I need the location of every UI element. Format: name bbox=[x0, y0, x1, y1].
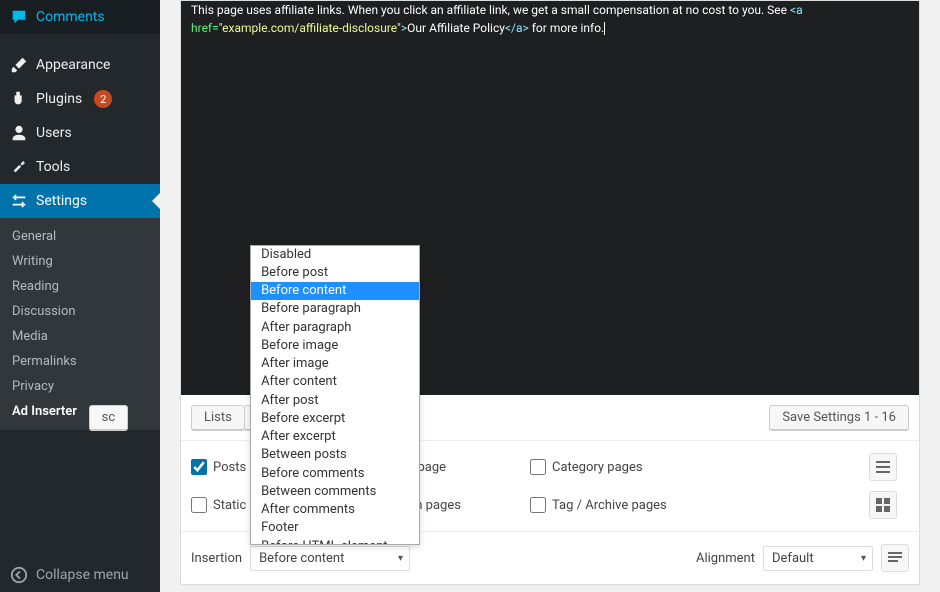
brush-icon bbox=[10, 56, 28, 74]
dropdown-item[interactable]: Before image bbox=[251, 337, 419, 355]
plug-icon bbox=[10, 90, 28, 108]
dropdown-item[interactable]: After paragraph bbox=[251, 319, 419, 337]
user-icon bbox=[10, 124, 28, 142]
menu-label: Tools bbox=[36, 159, 70, 175]
dropdown-item[interactable]: Before excerpt bbox=[251, 410, 419, 428]
dropdown-item[interactable]: After content bbox=[251, 373, 419, 391]
submenu-privacy[interactable]: Privacy bbox=[0, 374, 160, 399]
dropdown-item[interactable]: Before paragraph bbox=[251, 300, 419, 318]
menu-label: Appearance bbox=[36, 57, 110, 73]
dropdown-item[interactable]: After post bbox=[251, 392, 419, 410]
alignment-label: Alignment bbox=[696, 551, 755, 566]
list-view-icon[interactable] bbox=[869, 453, 897, 481]
submenu-permalinks[interactable]: Permalinks bbox=[0, 349, 160, 374]
checkbox-category[interactable]: Category pages bbox=[530, 459, 692, 475]
submenu-adinserter[interactable]: Ad Inserter bbox=[0, 399, 160, 424]
dropdown-item[interactable]: Between comments bbox=[251, 483, 419, 501]
submenu-media[interactable]: Media bbox=[0, 324, 160, 349]
dropdown-item[interactable]: Before post bbox=[251, 264, 419, 282]
code-attr: href= bbox=[191, 21, 219, 35]
tag-checkbox-input[interactable] bbox=[530, 497, 546, 513]
comment-icon bbox=[10, 8, 28, 26]
posts-checkbox-input[interactable] bbox=[191, 459, 207, 475]
dropdown-item[interactable]: After excerpt bbox=[251, 428, 419, 446]
code-text: for more info. bbox=[529, 21, 604, 35]
dropdown-item[interactable]: Between posts bbox=[251, 446, 419, 464]
menu-label: Users bbox=[36, 125, 72, 141]
menu-item-comments[interactable]: Comments bbox=[0, 0, 160, 34]
dropdown-item[interactable]: After comments bbox=[251, 501, 419, 519]
dropdown-item[interactable]: Before comments bbox=[251, 465, 419, 483]
submenu-writing[interactable]: Writing bbox=[0, 249, 160, 274]
submenu-general[interactable]: General bbox=[0, 224, 160, 249]
insertion-dropdown[interactable]: DisabledBefore postBefore contentBefore … bbox=[250, 245, 420, 545]
submenu-reading[interactable]: Reading bbox=[0, 274, 160, 299]
menu-item-users[interactable]: Users bbox=[0, 116, 160, 150]
chk-label: Posts bbox=[213, 460, 246, 475]
lists-button[interactable]: Lists bbox=[191, 405, 245, 430]
dropdown-item[interactable]: Before HTML element bbox=[251, 538, 419, 545]
sc-button[interactable]: sc bbox=[89, 405, 129, 430]
collapse-icon bbox=[10, 566, 28, 584]
chk-label: Category pages bbox=[552, 460, 643, 475]
cursor bbox=[604, 22, 605, 35]
insertion-select[interactable]: Before content bbox=[250, 546, 410, 571]
menu-item-appearance[interactable]: Appearance bbox=[0, 48, 160, 82]
menu-item-settings[interactable]: Settings bbox=[0, 184, 160, 218]
dropdown-item[interactable]: Disabled bbox=[251, 246, 419, 264]
dropdown-item[interactable]: Before content bbox=[251, 282, 419, 300]
insertion-label: Insertion bbox=[191, 551, 242, 566]
insertion-value: Before content bbox=[259, 551, 344, 566]
menu-item-collapse[interactable]: Collapse menu bbox=[0, 558, 160, 592]
static-checkbox-input[interactable] bbox=[191, 497, 207, 513]
dropdown-item[interactable]: Footer bbox=[251, 519, 419, 537]
submenu-discussion[interactable]: Discussion bbox=[0, 299, 160, 324]
menu-label: Settings bbox=[36, 193, 87, 209]
code-text: This page uses affiliate links. When you… bbox=[191, 3, 790, 17]
code-text: Our Affiliate Policy bbox=[407, 21, 505, 35]
menu-label: Comments bbox=[36, 9, 105, 25]
plugins-badge: 2 bbox=[94, 90, 112, 108]
wrench-icon bbox=[10, 158, 28, 176]
code-tag: </a> bbox=[505, 21, 529, 35]
sliders-icon bbox=[10, 192, 28, 210]
settings-submenu: General Writing Reading Discussion Media… bbox=[0, 218, 160, 430]
menu-item-tools[interactable]: Tools bbox=[0, 150, 160, 184]
grid-view-icon[interactable] bbox=[869, 491, 897, 519]
menu-label: Plugins bbox=[36, 91, 82, 107]
collapse-label: Collapse menu bbox=[36, 567, 129, 583]
alignment-preview-icon[interactable] bbox=[881, 544, 909, 572]
alignment-value: Default bbox=[772, 551, 814, 566]
code-tag: <a bbox=[790, 3, 806, 17]
alignment-select[interactable]: Default bbox=[763, 546, 873, 571]
dropdown-item[interactable]: After image bbox=[251, 355, 419, 373]
save-button[interactable]: Save Settings 1 - 16 bbox=[769, 405, 909, 430]
menu-item-plugins[interactable]: Plugins 2 bbox=[0, 82, 160, 116]
code-val: "example.com/affiliate-disclosure" bbox=[219, 21, 401, 35]
category-checkbox-input[interactable] bbox=[530, 459, 546, 475]
chk-label: Tag / Archive pages bbox=[552, 498, 667, 513]
checkbox-tag[interactable]: Tag / Archive pages bbox=[530, 497, 692, 513]
